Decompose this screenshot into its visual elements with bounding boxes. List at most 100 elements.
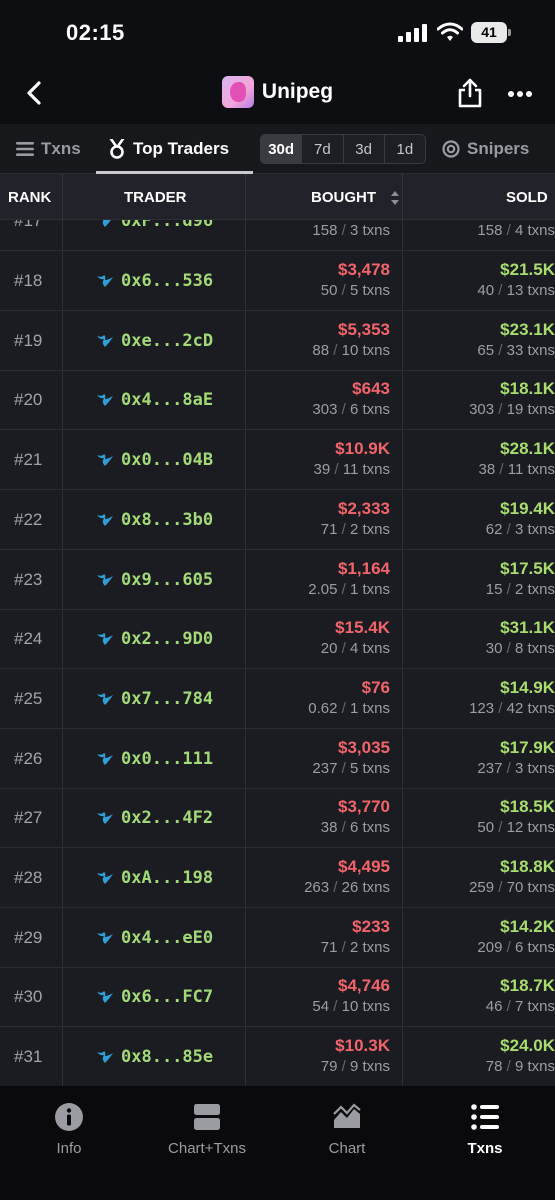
sold-txns: 12 txns [506,819,555,837]
sold-cell: $31.1K 30 / 8 txns [402,609,555,669]
table-row[interactable]: #31 0x8...85e $10.3K 79 / 9 txns $24.0K 78 / … [0,1027,555,1086]
bought-cell: $10.9K 39 / 11 txns [313,439,390,479]
trader-address[interactable]: 0x6...536 [121,271,213,291]
sort-icon[interactable] [390,190,400,206]
sold-cell: $14.9K 123 / 42 txns [402,669,555,729]
list-icon [471,1104,499,1130]
nav-chart-txns[interactable]: Chart+Txns [147,1102,267,1157]
trader-cell[interactable]: 0x0...111 [96,729,213,789]
bought-amount: 237 [312,759,338,777]
trader-address[interactable]: 0xe...2cD [121,331,213,351]
trader-cell[interactable]: 0xe...2cD [96,311,213,371]
bought-txns: 6 txns [349,401,390,419]
table-row[interactable]: #19 0xe...2cD $5,353 88 / 10 txns $23.1K 65 /… [0,311,555,371]
trader-address[interactable]: 0x0...04B [121,450,213,470]
table-row[interactable]: #21 0x0...04B $10.9K 39 / 11 txns $28.1K 38 /… [0,430,555,491]
token-logo [221,76,254,108]
trader-cell[interactable]: 0x6...536 [96,251,213,311]
table-row[interactable]: #29 0x4...eE0 $233 71 / 2 txns $14.2K 209 / 6… [0,908,555,968]
sold-usd: $31.1K [500,618,555,638]
more-options-icon[interactable] [507,90,533,98]
trader-address[interactable]: 0x7...784 [121,689,213,709]
table-row[interactable]: #25 0x7...784 $76 0.62 / 1 txns $14.9K 123 / … [0,669,555,729]
table-row[interactable]: #17 0xF...d96 158 / 3 txns 158 / 4 txns [0,220,555,251]
info-icon [55,1103,83,1131]
tab-txns[interactable]: Txns [16,124,81,174]
range-3d[interactable]: 3d [344,135,385,163]
rank-cell: #17 [14,220,43,230]
trader-cell[interactable]: 0x9...605 [96,550,213,610]
whale-icon [102,220,111,227]
sold-amount: 158 [477,222,503,239]
range-30d[interactable]: 30d [261,135,303,163]
trader-cell[interactable]: 0x2...9D0 [96,609,213,669]
table-row[interactable]: #30 0x6...FC7 $4,746 54 / 10 txns $18.7K 46 /… [0,967,555,1028]
tab-top-traders[interactable]: Top Traders [108,124,229,174]
trader-address[interactable]: 0x6...FC7 [121,987,213,1007]
range-1d[interactable]: 1d [385,135,425,163]
trader-address[interactable]: 0x2...4F2 [121,808,213,828]
table-row[interactable]: #24 0x2...9D0 $15.4K 20 / 4 txns $31.1K 30 / … [0,609,555,670]
trader-address[interactable]: 0x0...111 [121,749,213,769]
bought-amount: 20 [320,640,338,658]
bought-amount: 38 [320,819,338,837]
sold-cell: $18.7K 46 / 7 txns [402,967,555,1027]
sold-txns: 42 txns [506,699,555,717]
trader-cell[interactable]: 0x6...FC7 [96,967,213,1027]
bought-usd: $4,746 [338,976,390,996]
sold-usd: $14.9K [500,677,555,697]
table-row[interactable]: #20 0x4...8aE $643 303 / 6 txns $18.1K 303 / … [0,370,555,431]
nav-txns[interactable]: Txns [425,1102,545,1157]
table-row[interactable]: #27 0x2...4F2 $3,770 38 / 6 txns $18.5K 50 / … [0,788,555,849]
table-row[interactable]: #23 0x9...605 $1,164 2.05 / 1 txns $17.5K 15 … [0,550,555,610]
tab-snipers[interactable]: Snipers [442,124,529,174]
table-row[interactable]: #22 0x8...3b0 $2,333 71 / 2 txns $19.4K 62 / … [0,490,555,550]
sold-txns: 3 txns [514,759,555,777]
table-row[interactable]: #18 0x6...536 $3,478 50 / 5 txns $21.5K 40 / … [0,251,555,311]
sold-cell: $17.5K 15 / 2 txns [402,550,555,610]
trader-address[interactable]: 0x2...9D0 [121,629,213,649]
time-range-selector: 30d 7d 3d 1d [260,134,426,164]
trader-address[interactable]: 0x4...8aE [121,390,213,410]
trader-cell[interactable]: 0x4...eE0 [96,908,213,968]
sold-usd: $24.0K [500,1036,555,1056]
sold-usd: $18.7K [500,976,555,996]
trader-cell[interactable]: 0x7...784 [96,669,213,729]
sold-amount: 303 [469,401,495,419]
sold-cell: $17.9K 237 / 3 txns [402,729,555,789]
trader-address[interactable]: 0x9...605 [121,570,213,590]
whale-icon [97,334,113,347]
trader-cell[interactable]: 0x0...04B [96,430,213,490]
trader-cell[interactable]: 0x8...85e [96,1027,213,1086]
trader-cell[interactable]: 0x4...8aE [96,370,213,430]
list-icon [16,142,34,156]
trader-cell[interactable]: 0xA...198 [96,848,213,908]
whale-icon [97,394,113,407]
sold-amount: 15 [485,580,503,598]
range-7d[interactable]: 7d [302,135,344,163]
sold-cell: $18.1K 303 / 19 txns [402,370,555,430]
bought-cell: $643 303 / 6 txns [312,379,390,419]
rank-cell: #27 [14,808,43,828]
trader-address[interactable]: 0xA...198 [121,868,213,888]
trader-address[interactable]: 0x4...eE0 [121,928,213,948]
trader-address[interactable]: 0x8...85e [121,1047,213,1067]
sold-txns: 13 txns [506,282,555,299]
trader-cell[interactable]: 0x8...3b0 [96,490,213,550]
share-icon[interactable] [457,78,483,108]
nav-info[interactable]: Info [9,1102,129,1157]
trader-cell[interactable]: 0xF...d96 [96,220,213,251]
trader-address[interactable]: 0xF...d96 [121,220,213,231]
trader-cell[interactable]: 0x2...4F2 [96,788,213,848]
whale-icon [97,692,113,705]
app-header: Unipeg [0,66,555,124]
col-bought-header[interactable]: BOUGHT [311,174,376,220]
table-row[interactable]: #28 0xA...198 $4,495 263 / 26 txns $18.8K 259… [0,848,555,908]
table-row[interactable]: #26 0x0...111 $3,035 237 / 5 txns $17.9K 237 … [0,729,555,789]
tab-txns-label: Txns [41,139,81,158]
status-bar: 02:15 41 [0,0,555,66]
col-sold-header[interactable]: SOLD [506,174,548,220]
sold-txns: 2 txns [514,580,555,598]
trader-address[interactable]: 0x8...3b0 [121,510,213,530]
nav-chart[interactable]: Chart [287,1102,407,1157]
